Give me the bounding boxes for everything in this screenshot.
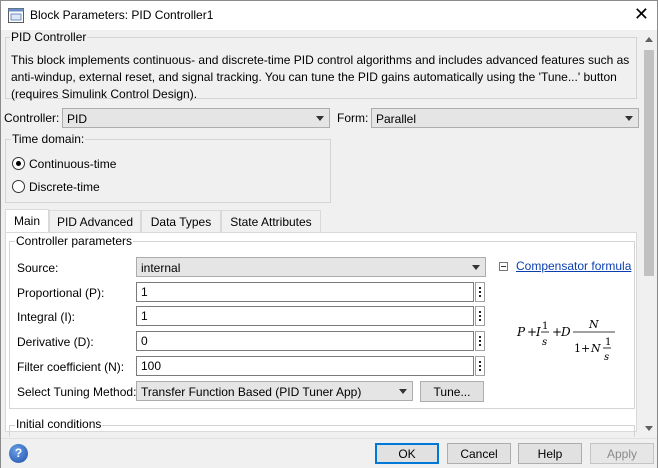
- form-dropdown[interactable]: Parallel: [371, 108, 639, 128]
- source-value: internal: [141, 261, 181, 275]
- block-parameters-dialog: Block Parameters: PID Controller1 ✕ PID …: [0, 0, 658, 468]
- proportional-label: Proportional (P):: [17, 286, 105, 300]
- controller-value: PID: [67, 112, 88, 126]
- continuous-time-label[interactable]: Continuous-time: [29, 157, 116, 171]
- integral-more-icon[interactable]: [475, 306, 485, 326]
- form-label: Form:: [337, 111, 369, 125]
- derivative-more-icon[interactable]: [475, 331, 485, 351]
- controller-label: Controller:: [4, 111, 60, 125]
- filter-coefficient-label: Filter coefficient (N):: [17, 360, 125, 374]
- scrollbar-thumb[interactable]: [644, 50, 654, 276]
- tab-data-types[interactable]: Data Types: [141, 210, 221, 232]
- derivative-input[interactable]: [137, 332, 473, 350]
- close-icon[interactable]: ✕: [634, 5, 649, 23]
- chevron-down-icon: [316, 116, 324, 121]
- tab-main[interactable]: Main: [5, 209, 49, 233]
- discrete-time-radio[interactable]: [12, 180, 25, 193]
- compensator-formula-link[interactable]: Compensator formula: [516, 259, 631, 273]
- source-dropdown[interactable]: internal: [136, 257, 486, 277]
- formula-n-bottom: N: [590, 342, 601, 355]
- collapse-icon[interactable]: [499, 262, 508, 271]
- simulink-block-icon: [8, 8, 24, 23]
- apply-button[interactable]: Apply: [590, 443, 654, 464]
- form-value: Parallel: [376, 112, 417, 126]
- continuous-time-radio[interactable]: [12, 157, 25, 170]
- formula-d: D: [560, 325, 571, 339]
- filter-coefficient-field[interactable]: [136, 356, 474, 376]
- window-title: Block Parameters: PID Controller1: [30, 8, 214, 22]
- tab-state-attributes[interactable]: State Attributes: [221, 210, 321, 232]
- integral-input[interactable]: [137, 307, 473, 325]
- help-button[interactable]: Help: [518, 443, 582, 464]
- controller-dropdown[interactable]: PID: [62, 108, 330, 128]
- formula-one-plus: 1+: [574, 342, 590, 355]
- initial-conditions-title: Initial conditions: [15, 417, 103, 431]
- scroll-up-icon[interactable]: [645, 37, 653, 42]
- source-label: Source:: [17, 261, 59, 275]
- filter-coefficient-input[interactable]: [137, 357, 473, 375]
- initial-conditions-group: [9, 425, 635, 437]
- block-description: This block implements continuous- and di…: [11, 53, 630, 101]
- integral-field[interactable]: [136, 306, 474, 326]
- time-domain-title: Time domain:: [11, 132, 86, 146]
- integral-label: Integral (I):: [17, 310, 76, 324]
- compensator-formula: P + I 1 s + D N 1+ N 1 s: [516, 318, 615, 363]
- tuning-method-value: Transfer Function Based (PID Tuner App): [141, 385, 362, 399]
- controller-parameters-title: Controller parameters: [15, 234, 134, 248]
- scroll-down-icon[interactable]: [645, 426, 653, 431]
- formula-n-top: N: [588, 318, 599, 331]
- formula-i: I: [535, 325, 541, 339]
- ok-button[interactable]: OK: [375, 443, 439, 464]
- proportional-more-icon[interactable]: [475, 282, 485, 302]
- formula-one-2: 1: [605, 337, 611, 348]
- tuning-method-label: Select Tuning Method:: [17, 385, 137, 399]
- chevron-down-icon: [399, 389, 407, 394]
- discrete-time-label[interactable]: Discrete-time: [29, 180, 100, 194]
- title-bar[interactable]: Block Parameters: PID Controller1 ✕: [1, 1, 657, 30]
- derivative-field[interactable]: [136, 331, 474, 351]
- formula-p: P: [516, 325, 526, 339]
- description-group-title: PID Controller: [10, 30, 88, 44]
- formula-s-1: s: [542, 337, 547, 348]
- proportional-field[interactable]: [136, 282, 474, 302]
- formula-s-2: s: [604, 352, 609, 363]
- chevron-down-icon: [625, 116, 633, 121]
- vertical-scrollbar[interactable]: [641, 31, 657, 438]
- chevron-down-icon: [472, 265, 480, 270]
- cancel-button[interactable]: Cancel: [447, 443, 511, 464]
- tab-pid-advanced[interactable]: PID Advanced: [49, 210, 141, 232]
- formula-one-1: 1: [542, 321, 548, 332]
- tune-button[interactable]: Tune...: [420, 381, 484, 402]
- tuning-method-dropdown[interactable]: Transfer Function Based (PID Tuner App): [136, 381, 413, 401]
- derivative-label: Derivative (D):: [17, 335, 94, 349]
- help-icon[interactable]: ?: [9, 444, 28, 463]
- proportional-input[interactable]: [137, 283, 473, 301]
- filter-coefficient-more-icon[interactable]: [475, 356, 485, 376]
